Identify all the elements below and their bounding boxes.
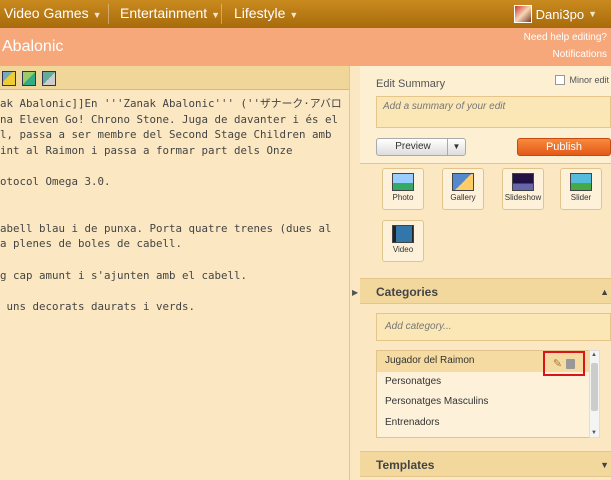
notifications-link[interactable]: Notifications bbox=[553, 49, 607, 60]
page-title: Abalonic bbox=[2, 38, 64, 55]
source-line: abell blau i de punxa. Porta quatre tren… bbox=[0, 221, 332, 235]
source-line: otocol Omega 3.0. bbox=[0, 174, 111, 188]
nav-video-games[interactable]: Video Games ▼ bbox=[4, 0, 102, 28]
photo-icon bbox=[392, 173, 414, 191]
avatar bbox=[513, 5, 532, 23]
edit-summary-input[interactable]: Add a summary of your edit bbox=[376, 96, 611, 128]
help-link[interactable]: Need help editing? bbox=[524, 32, 607, 43]
source-line bbox=[0, 158, 349, 174]
category-item[interactable]: Entrenadors bbox=[377, 413, 598, 434]
chevron-down-icon: ▼ bbox=[92, 10, 102, 20]
category-label: Entrenadors bbox=[385, 416, 440, 428]
source-line: g cap amunt i s'ajunten amb el cabell. bbox=[0, 268, 248, 282]
gallery-icon bbox=[452, 173, 474, 191]
media-label: Photo bbox=[392, 193, 414, 202]
minor-edit-checkbox[interactable] bbox=[555, 75, 566, 85]
right-rail: Edit Summary Minor edit Add a summary of… bbox=[360, 66, 611, 480]
wikitext-area[interactable]: ak Abalonic]]En '''Zanak Abalonic''' (''… bbox=[0, 90, 349, 478]
edit-summary-label: Edit Summary bbox=[376, 78, 446, 90]
insert-gallery-icon[interactable] bbox=[22, 71, 36, 86]
category-label: Personatges Masculins bbox=[385, 396, 489, 407]
add-gallery-button[interactable]: Gallery bbox=[442, 168, 484, 210]
source-line bbox=[0, 252, 349, 268]
category-item[interactable]: Personatges Masculins bbox=[377, 392, 598, 413]
user-menu[interactable]: Dani3po ▼ bbox=[513, 0, 611, 28]
add-slider-button[interactable]: Slider bbox=[560, 168, 602, 210]
source-line: l, passa a ser membre del Second Stage C… bbox=[0, 128, 332, 142]
add-slideshow-button[interactable]: Slideshow bbox=[502, 168, 544, 210]
source-line bbox=[0, 205, 349, 221]
categories-section-header[interactable]: Categories ▲ bbox=[360, 278, 611, 304]
source-editor: ak Abalonic]]En '''Zanak Abalonic''' (''… bbox=[0, 66, 350, 480]
minor-edit-label: Minor edit bbox=[569, 75, 609, 85]
trash-icon[interactable] bbox=[566, 358, 576, 369]
scroll-thumb[interactable] bbox=[591, 363, 598, 411]
pencil-icon[interactable]: ✎ bbox=[553, 357, 562, 370]
insert-image-icon[interactable] bbox=[2, 71, 16, 86]
edit-summary-panel: Edit Summary Minor edit Add a summary of… bbox=[360, 66, 611, 164]
global-nav: Video Games ▼ Entertainment ▼ Lifestyle ▼ D… bbox=[0, 0, 611, 28]
source-line bbox=[0, 283, 349, 299]
collapse-down-icon[interactable]: ▼ bbox=[600, 460, 609, 470]
add-photo-button[interactable]: Photo bbox=[382, 168, 424, 210]
category-scrollbar[interactable]: ▲ ▼ bbox=[589, 350, 600, 438]
preview-label: Preview bbox=[395, 141, 431, 152]
templates-title: Templates bbox=[376, 458, 435, 472]
category-actions-highlight: ✎ bbox=[543, 351, 585, 376]
collapse-up-icon[interactable]: ▲ bbox=[600, 287, 609, 297]
nav-divider bbox=[108, 4, 109, 24]
source-line: ak Abalonic]]En '''Zanak Abalonic''' (''… bbox=[0, 97, 342, 110]
slideshow-icon bbox=[512, 173, 534, 191]
collapse-rail-icon[interactable]: ▶ bbox=[352, 288, 358, 297]
chevron-down-icon[interactable]: ▼ bbox=[447, 139, 465, 155]
media-label: Slideshow bbox=[504, 193, 542, 202]
category-label: Jugador del Raimon bbox=[385, 355, 475, 366]
categories-title: Categories bbox=[376, 285, 439, 299]
page-header: Abalonic Need help editing? Notification… bbox=[0, 28, 611, 66]
editor-toolbar bbox=[0, 66, 349, 90]
chevron-down-icon: ▼ bbox=[588, 9, 597, 19]
source-line: uns decorats daurats i verds. bbox=[0, 299, 196, 313]
nav-entertainment[interactable]: Entertainment ▼ bbox=[120, 0, 220, 28]
nav-label: Video Games bbox=[4, 5, 89, 21]
chevron-down-icon: ▼ bbox=[211, 10, 221, 20]
scroll-up-icon[interactable]: ▲ bbox=[591, 352, 597, 358]
media-label: Slider bbox=[570, 193, 592, 202]
templates-section-header[interactable]: Templates ▼ bbox=[360, 451, 611, 477]
media-label: Gallery bbox=[450, 193, 476, 202]
source-line bbox=[0, 190, 349, 206]
minor-edit-toggle[interactable]: Minor edit bbox=[555, 75, 609, 85]
add-video-button[interactable]: Video bbox=[382, 220, 424, 262]
publish-button[interactable]: Publish bbox=[517, 138, 611, 156]
category-label: Personatges bbox=[385, 375, 442, 387]
username: Dani3po bbox=[535, 6, 585, 22]
scroll-down-icon[interactable]: ▼ bbox=[591, 430, 597, 436]
source-line: na Eleven Go! Chrono Stone. Juga de dava… bbox=[0, 112, 339, 126]
media-label: Video bbox=[392, 245, 414, 254]
add-category-input[interactable]: Add category... bbox=[376, 313, 611, 341]
nav-label: Lifestyle bbox=[234, 5, 286, 21]
nav-divider bbox=[221, 4, 222, 24]
source-line: a plenes de boles de cabell. bbox=[0, 237, 183, 251]
nav-label: Entertainment bbox=[120, 5, 208, 21]
source-line: int al Raimon i passa a formar part dels… bbox=[0, 143, 293, 157]
preview-button[interactable]: Preview ▼ bbox=[376, 138, 466, 156]
chevron-down-icon: ▼ bbox=[289, 10, 299, 20]
video-icon bbox=[392, 225, 414, 243]
insert-table-icon[interactable] bbox=[42, 71, 56, 86]
slider-icon bbox=[570, 173, 592, 191]
nav-lifestyle[interactable]: Lifestyle ▼ bbox=[234, 0, 298, 28]
